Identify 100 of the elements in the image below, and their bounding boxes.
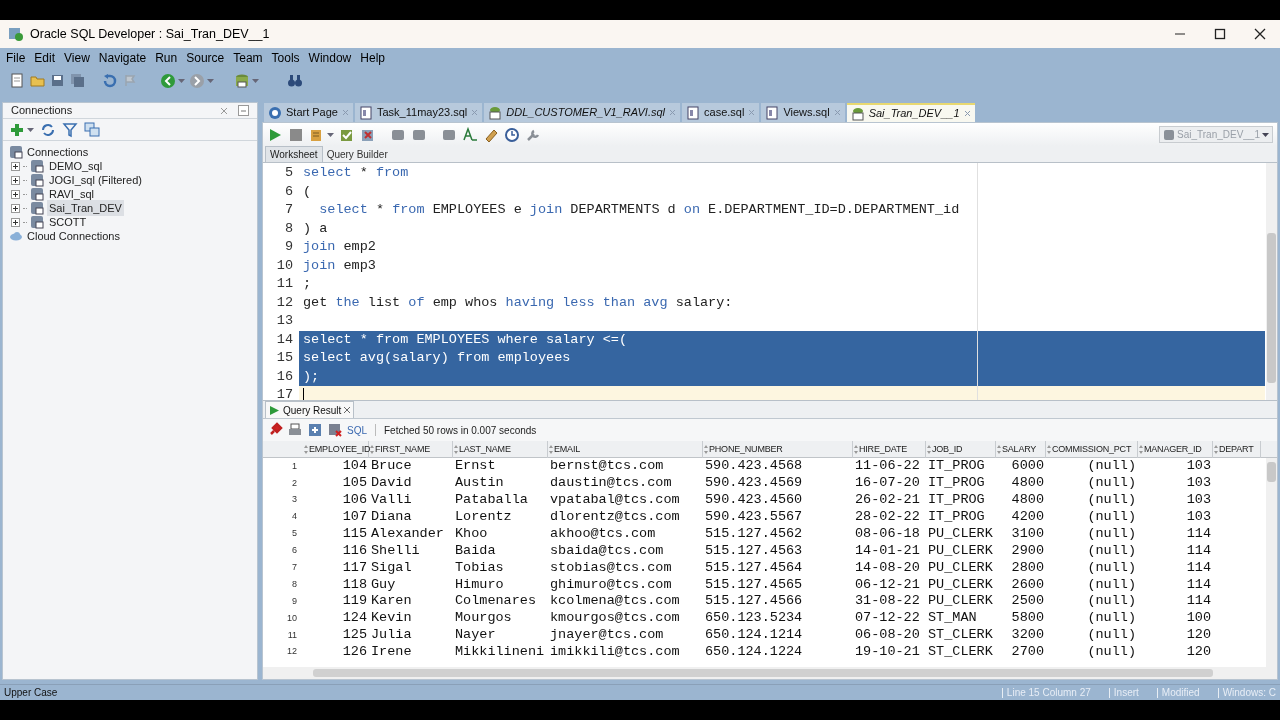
table-cell-text: 14-01-21 (854, 541, 921, 560)
table-cell-text: Himuro (454, 575, 505, 594)
column-header[interactable]: DEPART (1213, 441, 1261, 458)
column-header[interactable]: LAST_NAME (453, 441, 548, 458)
undo-icon[interactable] (102, 73, 118, 89)
expand-icon[interactable] (11, 161, 20, 171)
expand-icon[interactable] (11, 189, 20, 199)
column-header[interactable]: SALARY (996, 441, 1046, 458)
caret-icon[interactable] (207, 79, 214, 83)
expand-icon[interactable] (11, 217, 20, 227)
windows-icon[interactable] (84, 121, 100, 138)
caret-icon[interactable] (252, 79, 259, 83)
table-cell-text: 26-02-21 (854, 491, 921, 510)
table-cell-text: 590.423.4560 (704, 491, 804, 510)
binoculars-icon[interactable] (287, 73, 303, 89)
menu-item[interactable]: Navigate (94, 49, 151, 67)
expand-icon[interactable] (11, 203, 20, 213)
status-text: Modified (1161, 686, 1200, 700)
column-header[interactable]: FIRST_NAME (369, 441, 453, 458)
menu-item[interactable]: Run (151, 49, 182, 67)
forward-icon[interactable] (189, 73, 205, 89)
menu-item[interactable]: Edit (30, 49, 60, 67)
table-cell-text: 4800 (1010, 491, 1045, 510)
save-icon[interactable] (50, 73, 66, 89)
column-header[interactable]: HIRE_DATE (853, 441, 926, 458)
table-cell-text: PU_CLERK (927, 524, 994, 543)
table-cell-text: 119 (341, 592, 368, 611)
menu-item[interactable]: Source (182, 49, 229, 67)
line-number: 14 (275, 330, 294, 349)
scrollbar[interactable] (263, 667, 1277, 679)
close-icon[interactable] (344, 407, 351, 413)
filter-icon[interactable] (62, 121, 78, 138)
save-all-icon[interactable] (70, 73, 86, 89)
tree-item[interactable]: Sai_Tran_DEV (47, 199, 124, 217)
line-number: 8 (283, 219, 294, 238)
status-message: Fetched 50 rows in 0.007 seconds (384, 423, 537, 438)
table-cell-text: 2900 (1010, 541, 1045, 560)
plus-icon[interactable] (9, 121, 25, 138)
scrollbar[interactable] (1266, 458, 1277, 667)
format-icon[interactable] (462, 126, 478, 143)
editor-tab[interactable]: Task_11may23.sql (355, 103, 483, 122)
table-cell-text: (null) (1086, 626, 1137, 645)
print-icon[interactable] (287, 422, 303, 438)
refresh-icon[interactable] (40, 121, 56, 138)
sort-icon (1139, 445, 1143, 454)
column-header[interactable]: EMPLOYEE_ID (303, 441, 369, 458)
close-icon[interactable] (963, 110, 971, 117)
column-header[interactable]: PHONE_NUMBER (703, 441, 853, 458)
menu-item[interactable]: Tools (267, 49, 304, 67)
column-header[interactable]: MANAGER_ID (1138, 441, 1213, 458)
table-cell-text: jnayer@tcs.com (549, 626, 665, 645)
scrollbar[interactable] (1266, 163, 1277, 400)
expand-icon[interactable] (11, 175, 20, 185)
minimize-icon[interactable] (238, 105, 249, 116)
table-cell-text: 2500 (1010, 592, 1045, 611)
table-cell-text: Nayer (454, 626, 497, 645)
menu-item[interactable]: File (2, 49, 30, 67)
editor-tab[interactable]: Sai_Tran_DEV__1 (846, 103, 975, 122)
sql-link[interactable]: SQL (347, 422, 367, 438)
table-cell-text: IT_PROG (927, 508, 986, 526)
table-cell-text: (null) (1086, 558, 1137, 577)
column-header[interactable]: JOB_ID (926, 441, 996, 458)
results-tab[interactable]: Query Result (265, 401, 355, 418)
table-cell-text: Sigal (370, 558, 413, 577)
table-cell-text: 08-06-18 (854, 524, 921, 543)
line-number: 11 (275, 275, 294, 294)
editor-tab[interactable]: case.sql (682, 103, 760, 122)
column-header[interactable]: COMMISSION_PCT (1046, 441, 1138, 458)
menu-item[interactable]: Window (304, 49, 356, 67)
table-cell-text: Mikkilineni (454, 643, 546, 662)
back-icon[interactable] (160, 73, 176, 89)
table-cell-text: 126 (341, 643, 368, 662)
delete-icon[interactable] (327, 422, 343, 438)
stop-icon[interactable] (288, 126, 304, 143)
menu-item[interactable]: View (60, 49, 94, 67)
row-number: 12 (286, 645, 298, 659)
menu-item[interactable]: Team (229, 49, 267, 67)
menu-item[interactable]: Help (356, 49, 389, 67)
run-icon[interactable] (267, 126, 283, 143)
editor-tab[interactable]: DDL_CUSTOMER_V1_RAVI.sql (484, 103, 681, 122)
sort-icon (927, 445, 931, 454)
caret-icon[interactable] (178, 79, 185, 83)
caret-icon[interactable] (327, 132, 334, 137)
table-cell-text: Irene (370, 643, 413, 662)
history-icon[interactable] (504, 126, 520, 143)
worksheet-tab[interactable]: Worksheet (265, 146, 323, 162)
caret-icon[interactable] (27, 127, 34, 132)
document-icon[interactable] (10, 73, 26, 89)
table-cell-text: dlorentz@tcs.com (549, 508, 681, 526)
line-number: 6 (283, 182, 294, 201)
line-number: 17 (275, 386, 294, 400)
table-cell-text: 31-08-22 (854, 592, 921, 611)
close-icon[interactable] (220, 106, 228, 115)
editor-tab[interactable]: Views.sql (761, 103, 845, 122)
editor-tab[interactable]: Start Page (264, 103, 353, 122)
table-cell-text: Karen (370, 592, 413, 611)
table-cell-text: (null) (1086, 592, 1137, 611)
column-header[interactable]: EMAIL (548, 441, 703, 458)
table-cell-text: ST_CLERK (927, 643, 994, 662)
worksheet-tab[interactable]: Query Builder (322, 146, 392, 162)
